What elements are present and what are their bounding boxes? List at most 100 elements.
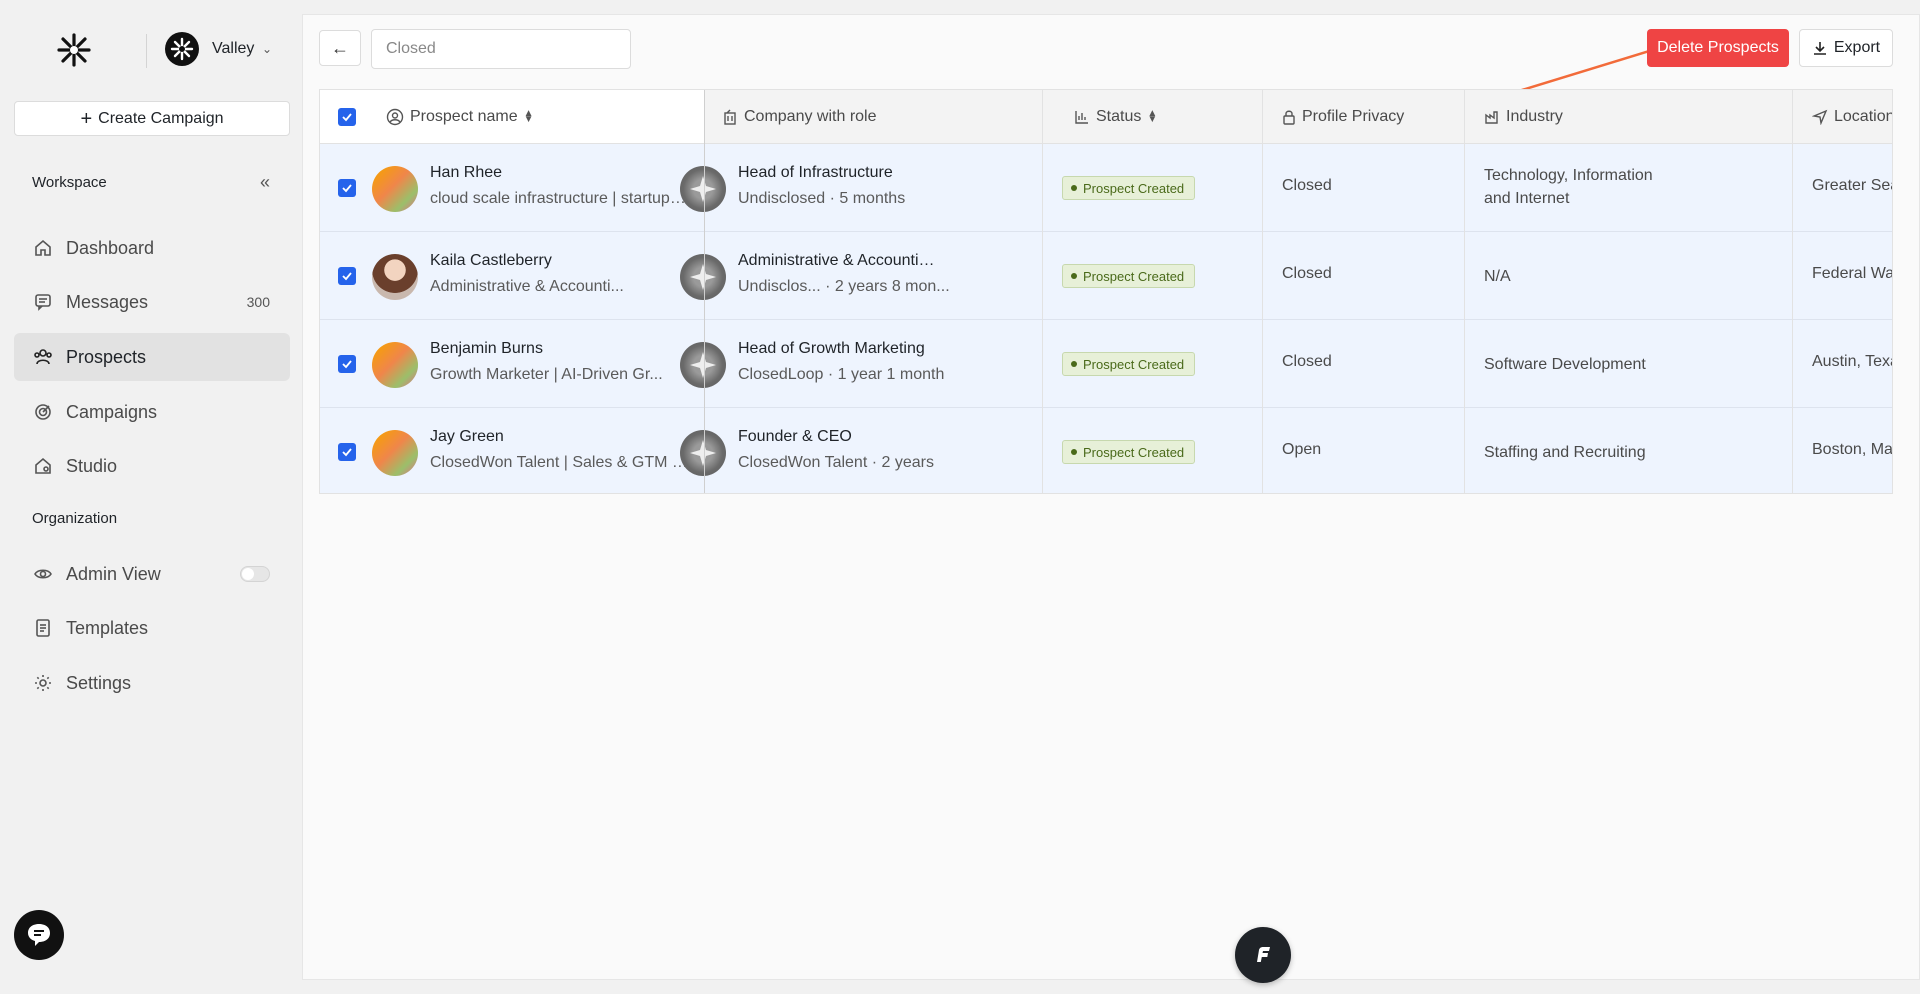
brand-row: Valley ⌄ — [0, 28, 302, 72]
avatar — [372, 430, 418, 476]
prospect-headline: Growth Marketer | AI-Driven Gr... — [430, 366, 663, 383]
chevron-down-icon[interactable]: ⌄ — [262, 42, 272, 56]
chat-icon — [28, 924, 50, 946]
avatar — [372, 342, 418, 388]
prospect-name[interactable]: Kaila Castleberry — [430, 252, 552, 270]
prospect-name[interactable]: Benjamin Burns — [430, 340, 543, 358]
table-row[interactable]: Kaila Castleberry Administrative & Accou… — [320, 232, 1892, 320]
row-checkbox[interactable] — [338, 355, 356, 375]
sidebar-item-prospects[interactable]: Prospects — [14, 333, 290, 381]
prospect-headline: ClosedWon Talent | Sales & GTM R... — [430, 454, 688, 471]
prospect-role: Founder & CEO — [738, 428, 852, 445]
status-label: Prospect Created — [1083, 180, 1185, 196]
back-button[interactable]: ← — [319, 30, 361, 66]
export-label: Export — [1833, 39, 1881, 56]
industry: Staffing and Recruiting — [1484, 441, 1646, 464]
sidebar-item-messages[interactable]: Messages 300 — [14, 278, 290, 326]
industry-line: N/A — [1484, 268, 1511, 285]
download-icon — [1813, 42, 1826, 55]
brand-logo-icon[interactable] — [56, 32, 92, 68]
location: Austin, Texa — [1812, 353, 1893, 370]
table-row[interactable]: Han Rhee cloud scale infrastructure | st… — [320, 144, 1893, 232]
sidebar-item-admin-view[interactable]: Admin View — [14, 550, 290, 598]
sidebar-item-label: Settings — [66, 672, 132, 693]
row-checkbox[interactable] — [338, 179, 356, 199]
message-icon — [32, 291, 54, 313]
sidebar-item-templates[interactable]: Templates — [14, 604, 290, 652]
gear-icon — [32, 672, 54, 694]
avatar — [372, 166, 418, 212]
sidebar-item-campaigns[interactable]: Campaigns — [14, 388, 290, 436]
document-icon — [32, 617, 54, 639]
organization-label: Organization — [32, 510, 118, 527]
row-checkbox[interactable] — [338, 443, 356, 463]
profile-privacy: Closed — [1282, 353, 1332, 370]
industry: Technology, Information and Internet — [1484, 164, 1653, 210]
support-chat-button[interactable] — [14, 910, 64, 960]
avatar — [372, 254, 418, 300]
checkbox-checked-icon — [338, 267, 356, 285]
org-logo-icon — [170, 37, 194, 61]
sort-icon[interactable]: ▲ ▼ — [1147, 109, 1157, 125]
org-avatar[interactable] — [165, 32, 199, 66]
status-label: Prospect Created — [1083, 356, 1185, 372]
status-badge: Prospect Created — [1062, 176, 1196, 200]
create-campaign-button[interactable]: + Create Campaign — [14, 101, 290, 136]
column-label: Status — [1096, 108, 1142, 125]
company-logo-icon — [680, 166, 726, 212]
brand-divider — [146, 34, 147, 68]
prospect-name[interactable]: Jay Green — [430, 428, 504, 446]
column-divider — [1042, 90, 1043, 493]
prospect-headline: cloud scale infrastructure | startups ..… — [430, 190, 688, 207]
eye-icon — [32, 563, 54, 585]
column-header-company[interactable]: Company with role — [722, 90, 877, 144]
filter-input[interactable] — [371, 29, 631, 69]
org-name[interactable]: Valley — [212, 40, 254, 58]
floating-action-button[interactable] — [1235, 927, 1291, 983]
status-dot-icon — [1071, 449, 1077, 455]
export-button[interactable]: Export — [1799, 29, 1893, 67]
profile-privacy: Open — [1282, 441, 1322, 458]
industry-line: Technology, Information — [1484, 167, 1653, 184]
column-header-status[interactable]: Status ▲ ▼ — [1074, 90, 1157, 144]
column-header-profile-privacy[interactable]: Profile Privacy — [1282, 90, 1404, 144]
sidebar-item-dashboard[interactable]: Dashboard — [14, 224, 290, 272]
status-chart-icon — [1075, 111, 1088, 124]
industry: Software Development — [1484, 353, 1646, 376]
delete-prospects-button[interactable]: Delete Prospects — [1647, 29, 1789, 67]
sidebar-item-label: Prospects — [66, 346, 147, 367]
user-circle-icon — [386, 108, 404, 126]
checkbox-checked-icon — [338, 355, 356, 373]
company-logo-icon — [680, 430, 726, 476]
admin-view-toggle[interactable] — [240, 566, 270, 582]
status-label: Prospect Created — [1083, 268, 1185, 284]
location: Greater Sea — [1812, 177, 1893, 194]
table-row[interactable]: Jay Green ClosedWon Talent | Sales & GTM… — [320, 408, 1892, 493]
sidebar-item-label: Messages — [66, 291, 149, 312]
sort-icon[interactable]: ▲ ▼ — [524, 109, 534, 125]
column-header-prospect-name[interactable]: Prospect name ▲ ▼ — [386, 90, 534, 144]
sidebar-item-studio[interactable]: Studio — [14, 442, 290, 490]
checkbox-checked-icon — [338, 108, 356, 126]
plus-icon: + — [80, 107, 93, 130]
column-header-industry[interactable]: Industry — [1484, 90, 1563, 144]
home-icon — [32, 237, 54, 259]
arrow-left-icon: ← — [331, 37, 349, 58]
prospect-name[interactable]: Han Rhee — [430, 164, 502, 182]
workspace-label: Workspace — [32, 174, 107, 191]
table-row[interactable]: Benjamin Burns Growth Marketer | AI-Driv… — [320, 320, 1893, 408]
sidebar: Valley ⌄ + Create Campaign Workspace « D… — [0, 0, 302, 994]
sidebar-item-settings[interactable]: Settings — [14, 659, 290, 707]
column-divider — [1464, 90, 1465, 493]
status-dot-icon — [1071, 185, 1077, 191]
select-all-checkbox[interactable] — [338, 90, 356, 144]
collapse-sidebar-icon[interactable]: « — [260, 172, 270, 193]
prospect-role: Administrative & Accountin... — [738, 252, 938, 269]
profile-privacy: Closed — [1282, 177, 1332, 194]
column-header-location[interactable]: Location — [1812, 90, 1892, 144]
prospect-headline: Administrative & Accounti... — [430, 278, 624, 295]
status-dot-icon — [1071, 361, 1077, 367]
column-label: Profile Privacy — [1302, 108, 1405, 125]
column-label: Prospect name — [410, 108, 518, 125]
row-checkbox[interactable] — [338, 267, 356, 287]
